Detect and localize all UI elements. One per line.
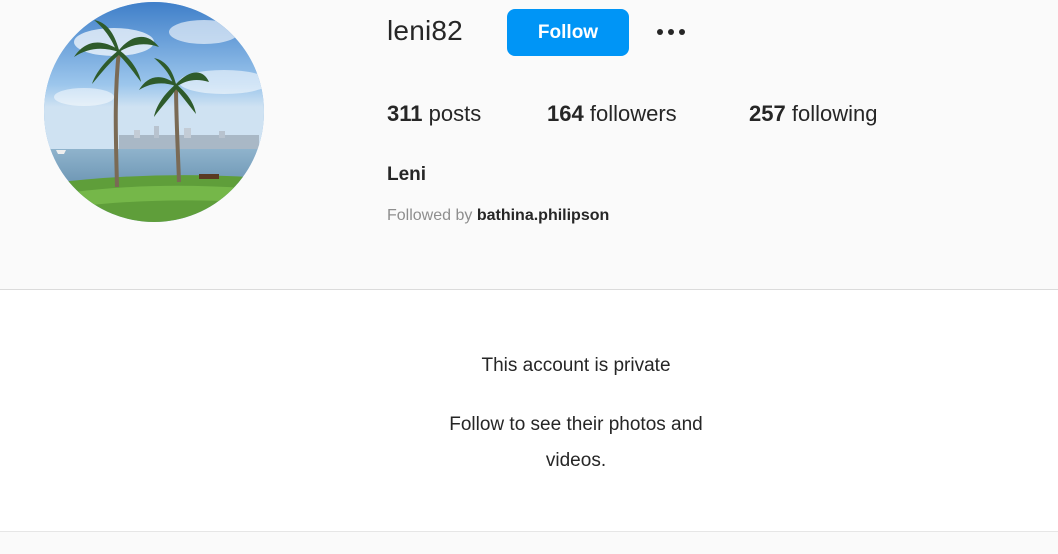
posts-stat: 311 posts xyxy=(387,101,481,127)
private-account-title: This account is private xyxy=(481,355,671,376)
posts-count: 311 xyxy=(387,101,423,126)
profile-username: leni82 xyxy=(387,15,463,46)
followed-by-name[interactable]: bathina.philipson xyxy=(477,207,609,224)
profile-header: leni82 Follow 311 posts 164 followers 25… xyxy=(0,0,1058,289)
avatar[interactable] xyxy=(44,2,264,222)
more-horizontal-icon xyxy=(679,29,685,35)
followed-by-line[interactable]: Followed by bathina.philipson xyxy=(387,207,609,225)
followed-by-prefix: Followed by xyxy=(387,207,473,224)
followers-label: followers xyxy=(589,101,677,126)
private-account-subtitle: Follow to see their photos and videos. xyxy=(449,414,703,471)
followers-count: 164 xyxy=(547,101,584,126)
following-count: 257 xyxy=(749,101,786,126)
following-label: following xyxy=(791,101,878,126)
profile-full-name: Leni xyxy=(387,164,427,185)
more-horizontal-icon xyxy=(668,29,674,35)
following-stat[interactable]: 257 following xyxy=(749,101,877,127)
follow-button[interactable]: Follow xyxy=(507,9,629,56)
footer-band xyxy=(0,532,1058,554)
avatar-image xyxy=(44,2,264,222)
more-options-button[interactable] xyxy=(648,16,694,48)
followers-stat[interactable]: 164 followers xyxy=(547,101,677,127)
posts-label: posts xyxy=(428,101,482,126)
more-horizontal-icon xyxy=(657,29,663,35)
